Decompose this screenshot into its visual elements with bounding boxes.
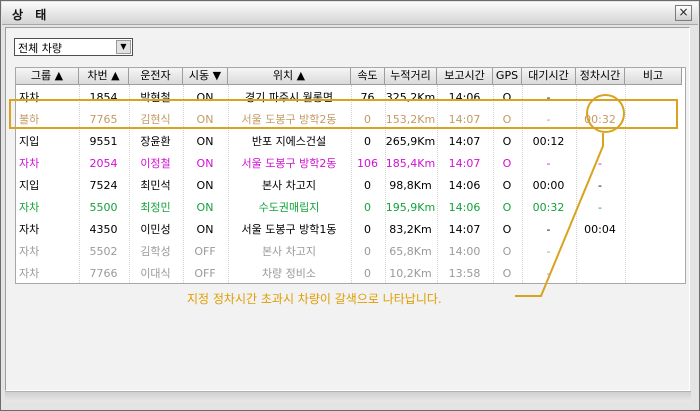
annotation-connector [515,133,604,297]
annotation-note: 지정 정차시간 초과시 차량이 갈색으로 나타납니다. [187,292,442,306]
